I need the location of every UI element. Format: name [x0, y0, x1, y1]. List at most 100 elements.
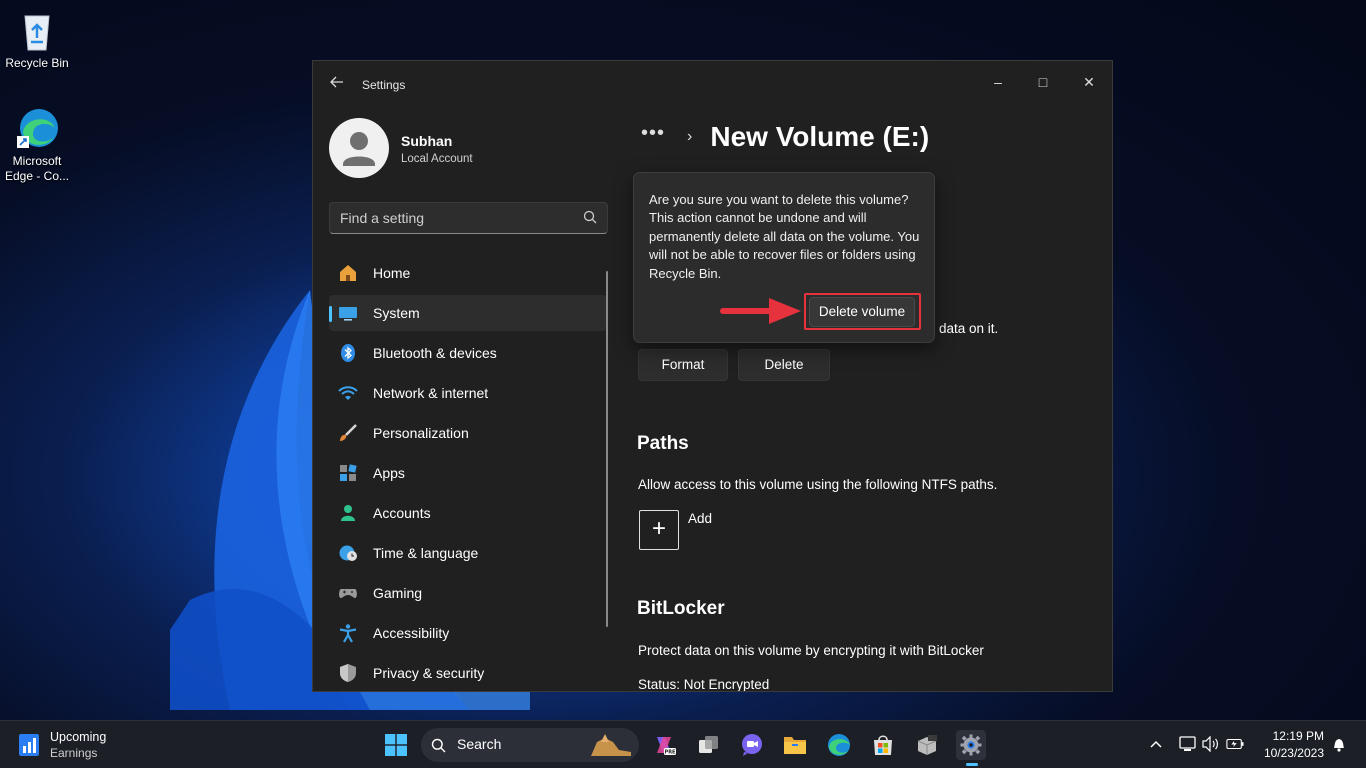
brush-icon	[337, 422, 359, 444]
sidebar-item-label: Apps	[373, 465, 405, 481]
store-icon	[874, 735, 892, 755]
edge-icon	[17, 109, 58, 148]
settings-button[interactable]	[956, 730, 986, 760]
widget-subtitle[interactable]: Earnings	[50, 746, 97, 760]
stock-chart-icon	[19, 734, 39, 756]
svg-text:PRE: PRE	[665, 750, 676, 756]
edge-label: Microsoft Edge - Co...	[4, 154, 70, 183]
gear-icon	[960, 734, 982, 756]
ethernet-icon	[1179, 736, 1196, 751]
page-title: New Volume (E:)	[710, 121, 930, 152]
sidebar-item-label: System	[373, 305, 420, 321]
sidebar-item-label: Accounts	[373, 505, 431, 521]
add-path-button[interactable]: +	[639, 510, 679, 550]
sidebar-nav: Home System Bluetooth & devices Network …	[329, 255, 607, 691]
sidebar-item-home[interactable]: Home	[329, 255, 607, 291]
sidebar-item-system[interactable]: System	[329, 295, 607, 331]
accessibility-icon	[337, 622, 359, 644]
sidebar-item-label: Personalization	[373, 425, 469, 441]
package-icon	[917, 735, 937, 755]
apps-icon	[337, 462, 359, 484]
store-button[interactable]	[868, 730, 898, 760]
taskbar-search[interactable]: Search	[421, 728, 639, 762]
sidebar-item-apps[interactable]: Apps	[329, 455, 607, 491]
sidebar-item-time-language[interactable]: Time & language	[329, 535, 607, 571]
app-installer-button[interactable]	[912, 730, 942, 760]
title-bar: Settings – □ ✕	[313, 61, 1112, 109]
notifications-button[interactable]	[1330, 735, 1348, 753]
widget-title[interactable]: Upcoming	[50, 730, 106, 744]
chevron-right-icon: ›	[687, 128, 693, 145]
file-explorer-button[interactable]	[780, 730, 810, 760]
sidebar-item-label: Home	[373, 265, 411, 281]
avatar[interactable]	[329, 118, 389, 178]
clock-date[interactable]: 10/23/2023	[1258, 746, 1324, 760]
recycle-bin-shortcut[interactable]: Recycle Bin	[0, 8, 74, 71]
close-button[interactable]: ✕	[1066, 67, 1112, 97]
edge-button[interactable]	[824, 730, 854, 760]
sidebar-item-label: Accessibility	[373, 625, 450, 641]
bitlocker-heading: BitLocker	[637, 598, 725, 619]
folder-icon	[784, 737, 806, 754]
edge-icon	[828, 734, 850, 756]
copilot-button[interactable]: PRE	[649, 730, 679, 760]
edge-shortcut[interactable]: Microsoft Edge - Co...	[0, 106, 74, 184]
paths-heading: Paths	[637, 433, 689, 454]
profile-name: Subhan	[401, 133, 453, 149]
shield-icon	[337, 662, 359, 684]
sidebar-item-accounts[interactable]: Accounts	[329, 495, 607, 531]
sidebar-item-label: Gaming	[373, 585, 423, 601]
chat-icon	[742, 734, 762, 756]
taskbar-search-label: Search	[457, 736, 502, 752]
speaker-icon	[1202, 736, 1218, 752]
add-path-label[interactable]: Add	[688, 511, 712, 526]
clock-time[interactable]: 12:19 PM	[1262, 729, 1324, 743]
sidebar-item-privacy[interactable]: Privacy & security	[329, 655, 607, 691]
back-button[interactable]	[327, 75, 347, 95]
volume-tray-button[interactable]	[1202, 735, 1220, 753]
bluetooth-icon	[337, 342, 359, 364]
network-tray-button[interactable]	[1179, 735, 1197, 753]
user-silhouette-icon	[343, 132, 375, 166]
search-icon	[583, 210, 597, 224]
breadcrumb: ••• › New Volume (E:)	[641, 121, 929, 153]
settings-window: Settings – □ ✕ Subhan Local Account Find…	[312, 60, 1113, 692]
format-button[interactable]: Format	[638, 349, 728, 381]
gamepad-icon	[337, 582, 359, 604]
active-app-indicator	[966, 763, 978, 766]
sidebar-item-label: Network & internet	[373, 385, 489, 401]
monitor-icon	[337, 302, 359, 324]
windows-logo-icon	[385, 734, 407, 756]
person-icon	[337, 502, 359, 524]
battery-icon	[1226, 738, 1244, 750]
delete-button[interactable]: Delete	[738, 349, 830, 381]
sidebar-item-label: Privacy & security	[373, 665, 485, 681]
app-title: Settings	[362, 78, 406, 92]
battery-tray-button[interactable]	[1226, 735, 1244, 753]
sidebar-item-personalization[interactable]: Personalization	[329, 415, 607, 451]
paths-description: Allow access to this volume using the fo…	[638, 477, 998, 492]
sidebar-item-accessibility[interactable]: Accessibility	[329, 615, 607, 651]
chat-button[interactable]	[737, 730, 767, 760]
breadcrumb-more-button[interactable]: •••	[641, 122, 665, 145]
red-arrow-annotation	[720, 298, 801, 324]
maximize-button[interactable]: □	[1020, 67, 1066, 97]
search-highlight-icon	[591, 734, 631, 756]
home-icon	[337, 262, 359, 284]
search-input[interactable]: Find a setting	[329, 202, 608, 234]
task-view-button[interactable]	[694, 730, 724, 760]
confirmation-message: Are you sure you want to delete this vol…	[649, 192, 920, 281]
recycle-bin-icon	[24, 15, 50, 51]
sidebar-item-gaming[interactable]: Gaming	[329, 575, 607, 611]
minimize-button[interactable]: –	[975, 67, 1021, 97]
sidebar-scrollbar[interactable]	[606, 271, 608, 627]
start-button[interactable]	[381, 730, 411, 760]
show-hidden-icons-button[interactable]	[1147, 735, 1165, 753]
bitlocker-status: Status: Not Encrypted	[638, 677, 770, 692]
sidebar-item-label: Time & language	[373, 545, 479, 561]
back-arrow-icon	[330, 76, 343, 88]
search-placeholder: Find a setting	[340, 210, 425, 226]
taskbar: Upcoming Earnings Search PRE 12:19 PM 10…	[0, 720, 1366, 768]
sidebar-item-network[interactable]: Network & internet	[329, 375, 607, 411]
sidebar-item-bluetooth[interactable]: Bluetooth & devices	[329, 335, 607, 371]
